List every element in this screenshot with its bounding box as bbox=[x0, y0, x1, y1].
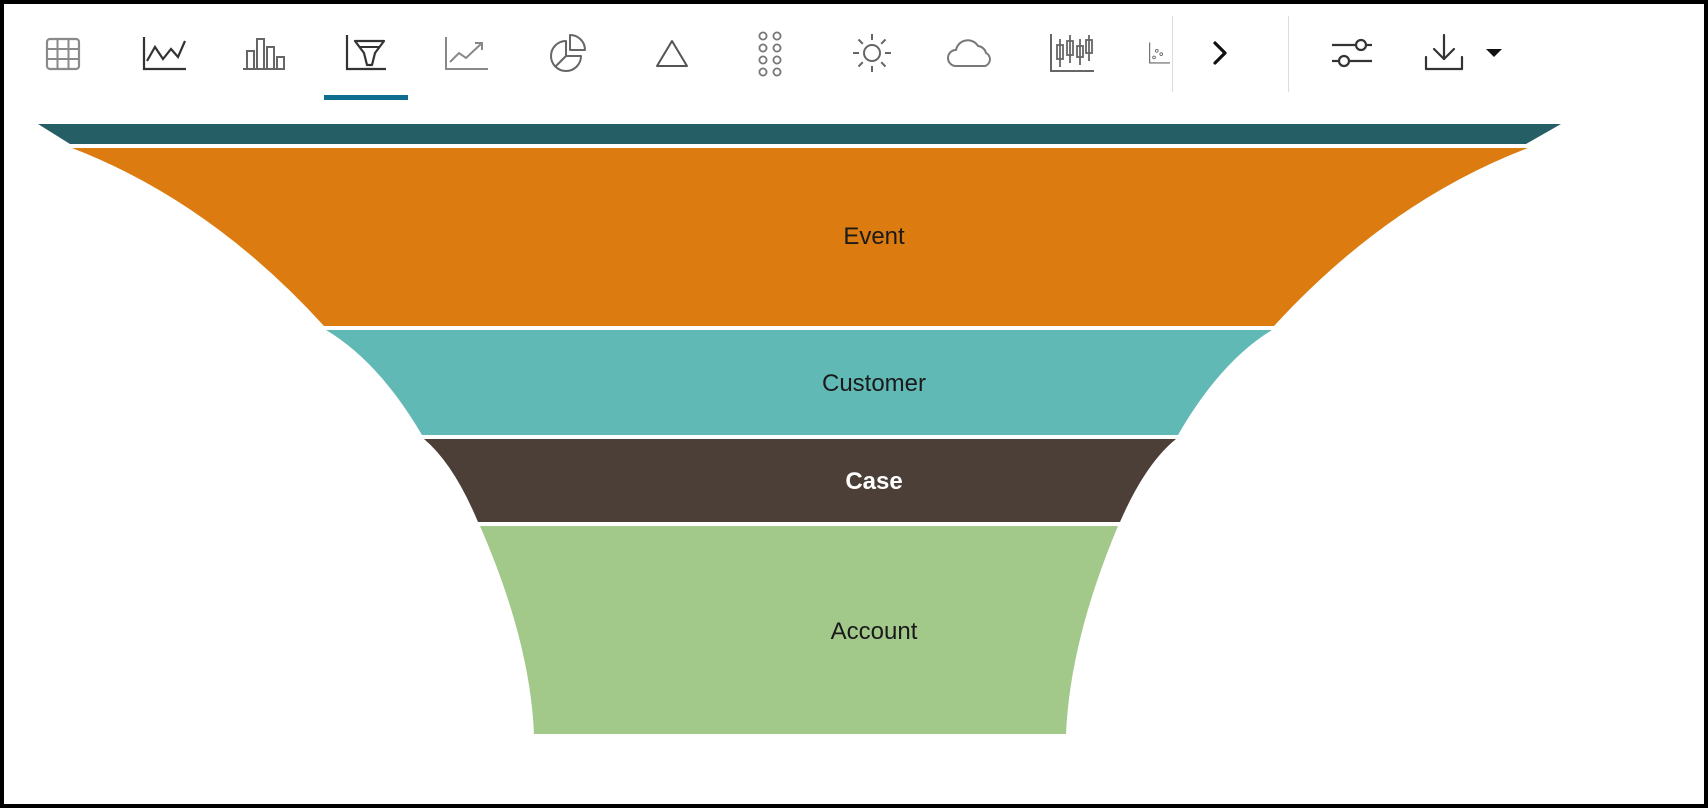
funnel-chart: Event Customer Case Account bbox=[8, 8, 1708, 808]
funnel-segment-top[interactable] bbox=[38, 124, 1561, 144]
funnel-label-event: Event bbox=[843, 223, 905, 250]
funnel-segment-event[interactable] bbox=[72, 148, 1528, 326]
funnel-segment-customer[interactable] bbox=[326, 330, 1272, 435]
funnel-chart-svg: Event Customer Case Account bbox=[38, 124, 1561, 734]
funnel-label-account: Account bbox=[831, 618, 918, 645]
funnel-segment-account[interactable] bbox=[480, 526, 1118, 734]
funnel-label-case: Case bbox=[845, 468, 902, 495]
funnel-segment-case[interactable] bbox=[424, 439, 1176, 522]
app-window: Event Customer Case Account bbox=[0, 0, 1708, 808]
funnel-label-customer: Customer bbox=[822, 370, 926, 397]
